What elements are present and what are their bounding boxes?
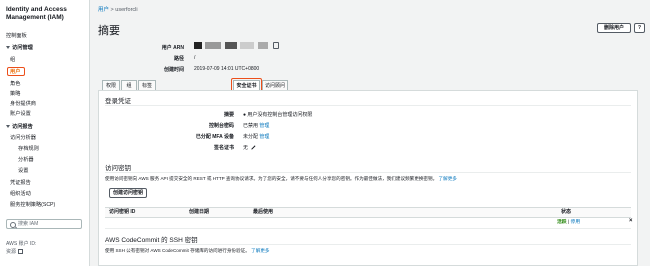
section-title-login: 登录凭证 xyxy=(105,98,131,105)
mfa-value: 未分配 管理 xyxy=(243,134,270,140)
console-password-value: 已禁用 管理 xyxy=(243,123,270,129)
redacted-block xyxy=(257,42,268,49)
sidebar-item-groups[interactable]: 组 xyxy=(10,56,15,63)
sidebar-item-account-settings[interactable]: 账户设置 xyxy=(10,110,31,117)
sidebar-item-scp[interactable]: 服务控制策略(SCP) xyxy=(10,201,55,208)
login-summary-label: 摘要 xyxy=(223,112,234,118)
search-input[interactable]: 搜索 IAM xyxy=(6,219,82,229)
created-value: 2019-07-09 14:01 UTC+0800 xyxy=(194,66,260,72)
tab-tags[interactable]: 标签 xyxy=(138,80,156,90)
console-password-manage-link[interactable]: 管理 xyxy=(259,123,269,129)
sidebar-item-credential-report[interactable]: 凭证报告 xyxy=(10,179,31,186)
search-icon xyxy=(10,221,16,228)
sidebar-item-roles[interactable]: 角色 xyxy=(10,80,20,87)
copy-icon[interactable] xyxy=(272,42,279,49)
sidebar-item-policies[interactable]: 策略 xyxy=(10,90,20,97)
breadcrumb-users-link[interactable]: 用户 xyxy=(98,7,109,13)
path-label: 路径 xyxy=(173,56,184,62)
redacted-block xyxy=(224,42,237,49)
breadcrumb-current: userforcli xyxy=(115,7,138,13)
mfa-manage-link[interactable]: 管理 xyxy=(259,134,269,140)
column-header-created[interactable]: 创建日期 xyxy=(185,207,249,218)
column-header-status[interactable]: 状态 xyxy=(553,207,631,218)
created-label: 创建时间 xyxy=(163,67,184,73)
sidebar-item-access-analyzer[interactable]: 访问分析器 xyxy=(10,134,36,141)
sidebar-item-analyzers[interactable]: 分析器 xyxy=(18,156,34,163)
status-badge: 活跃 xyxy=(557,220,567,225)
sidebar-footer-link[interactable]: 资源 xyxy=(6,248,24,255)
section-title-ssh-keys: AWS CodeCommit 的 SSH 密钥 xyxy=(105,237,198,244)
external-link-icon xyxy=(18,249,24,255)
console-password-label: 控制台密码 xyxy=(208,123,234,129)
edit-icon[interactable] xyxy=(251,145,257,150)
redacted-block xyxy=(240,42,255,49)
sidebar-item-org-activity[interactable]: 组织活动 xyxy=(10,190,31,197)
divider xyxy=(105,172,631,173)
chevron-down-icon xyxy=(6,125,10,129)
signing-cert-value: 无 xyxy=(243,144,257,151)
login-summary-value: ● 用户没有控制台管理访问权限 xyxy=(243,112,313,118)
sidebar-group-access-management[interactable]: 访问管理 xyxy=(6,44,33,51)
section-title-access-keys: 访问密钥 xyxy=(105,165,131,172)
security-credentials-panel: 登录凭证 摘要 ● 用户没有控制台管理访问权限 控制台密码 已禁用 管理 已分配… xyxy=(98,90,638,266)
tab-groups[interactable]: 组 xyxy=(121,80,137,90)
sidebar-item-identity-providers[interactable]: 身份提供商 xyxy=(10,100,36,107)
signing-cert-label: 签名证书 xyxy=(213,145,234,151)
deactivate-link[interactable]: 停用 xyxy=(571,220,581,225)
column-header-last-used[interactable]: 最后使用 xyxy=(249,207,553,218)
divider xyxy=(105,105,631,106)
sidebar-item-dashboard[interactable]: 控制面板 xyxy=(6,32,27,39)
access-key-status: 活跃 | 停用 xyxy=(557,220,581,225)
sidebar: Identity and Access Management (IAM) 控制面… xyxy=(0,0,90,266)
arn-label: 用户 ARN xyxy=(161,45,184,51)
ssh-keys-description: 使用 SSH 公有密钥对 AWS CodeCommit 存储库的访问进行身份验证… xyxy=(105,248,270,253)
page-title: 摘要 xyxy=(98,25,120,37)
arn-value xyxy=(194,42,279,49)
chevron-down-icon xyxy=(6,46,10,50)
sidebar-item-archive-rules[interactable]: 存档规则 xyxy=(18,145,39,152)
account-id-label: AWS 账户 ID: xyxy=(6,241,37,247)
create-access-key-button[interactable]: 创建访问密钥 xyxy=(109,188,147,198)
access-keys-learn-more[interactable]: 了解更多 xyxy=(439,176,457,181)
sidebar-item-settings[interactable]: 设置 xyxy=(18,167,28,174)
main-content: 用户 > userforcli 摘要 删除用户 ? 用户 ARN 路径 / 创建… xyxy=(98,0,650,266)
path-value: / xyxy=(194,55,196,61)
sidebar-group-access-reports[interactable]: 访问报告 xyxy=(6,123,33,130)
breadcrumb: 用户 > userforcli xyxy=(98,7,138,13)
tab-access-advisor[interactable]: 访问顾问 xyxy=(262,80,288,90)
delete-user-button[interactable]: 删除用户 xyxy=(597,23,631,33)
redacted-block xyxy=(205,42,222,49)
redacted-block xyxy=(194,42,202,49)
service-title[interactable]: Identity and Access Management (IAM) xyxy=(6,6,86,22)
divider xyxy=(105,228,631,229)
divider xyxy=(105,244,631,245)
tab-permissions[interactable]: 权限 xyxy=(102,80,120,90)
mfa-label: 已分配 MFA 设备 xyxy=(195,134,234,140)
column-header-access-key-id[interactable]: 访问密钥 ID xyxy=(105,207,185,218)
sidebar-item-users[interactable]: 用户 xyxy=(10,68,20,75)
help-button[interactable]: ? xyxy=(634,23,645,33)
delete-access-key-button[interactable]: × xyxy=(629,218,633,224)
access-keys-description: 使用访问密钥向 AWS 服务 API 提交安全的 REST 或 HTTP 查询协… xyxy=(105,176,457,181)
ssh-keys-learn-more[interactable]: 了解更多 xyxy=(251,248,269,253)
